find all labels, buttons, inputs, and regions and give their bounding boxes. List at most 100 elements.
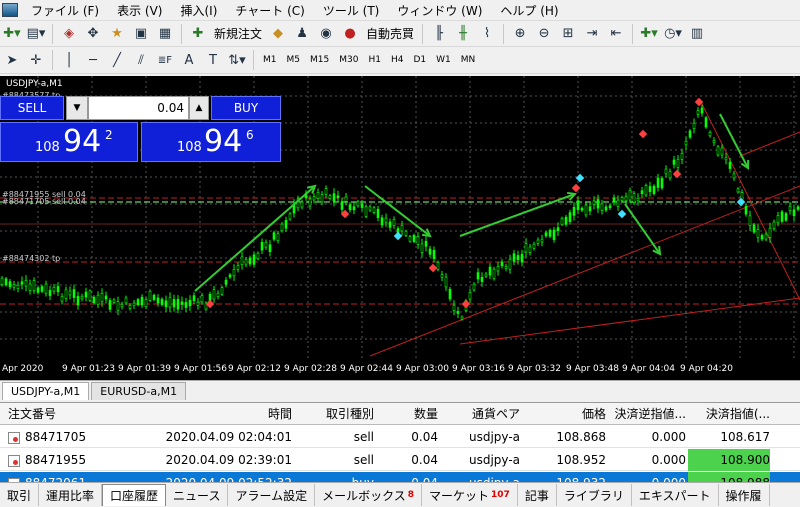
menu-insert[interactable]: 挿入(I) — [171, 2, 226, 19]
tab-news[interactable]: ニュース — [166, 484, 229, 506]
trendline-icon[interactable]: ╱ — [106, 49, 128, 71]
tile-windows-icon[interactable]: ⊞ — [557, 23, 579, 45]
cursor-icon[interactable]: ➤ — [1, 49, 23, 71]
candle-body — [352, 206, 356, 211]
candle-body — [788, 206, 792, 211]
table-row[interactable]: 88471705 2020.04.09 02:04:01 sell 0.04 u… — [0, 426, 800, 448]
tab-library[interactable]: ライブラリ — [557, 484, 632, 506]
table-row[interactable]: 88472061 2020.04.09 02:52:32 buy 0.04 us… — [0, 472, 800, 482]
fibonacci-icon[interactable]: ≣F — [154, 49, 176, 71]
metaeditor-icon[interactable]: ◆ — [267, 23, 289, 45]
menu-help[interactable]: ヘルプ (H) — [491, 2, 567, 19]
lot-increase-button[interactable]: ▲ — [189, 96, 209, 120]
tab-articles[interactable]: 記事 — [518, 484, 557, 506]
candle-body — [476, 272, 480, 280]
timeframe-w1[interactable]: W1 — [431, 50, 456, 70]
lot-decrease-button[interactable]: ▼ — [66, 96, 88, 120]
col-pair[interactable]: 通貨ペア — [442, 403, 520, 425]
auto-trading-icon[interactable]: ● — [339, 23, 361, 45]
timeframe-mn[interactable]: MN — [456, 50, 481, 70]
zoom-in-icon[interactable]: ⊕ — [509, 23, 531, 45]
channel-icon[interactable]: ⫽ — [130, 49, 152, 71]
crosshair-icon[interactable]: ✛ — [25, 49, 47, 71]
tab-exposure[interactable]: 運用比率 — [39, 484, 103, 506]
community-icon[interactable]: ◉ — [315, 23, 337, 45]
signals-icon[interactable]: ♟ — [291, 23, 313, 45]
col-price[interactable]: 価格 — [524, 403, 606, 425]
profiles-icon[interactable]: ▤▾ — [25, 23, 47, 45]
col-order-id[interactable]: 注文番号 — [8, 403, 138, 425]
tab-experts[interactable]: エキスパート — [632, 484, 719, 506]
tab-trade[interactable]: 取引 — [0, 484, 40, 506]
zoom-out-icon[interactable]: ⊖ — [533, 23, 555, 45]
timeframe-m5[interactable]: M5 — [282, 50, 306, 70]
tab-journal[interactable]: 操作履 — [719, 484, 770, 506]
timeframe-m30[interactable]: M30 — [334, 50, 363, 70]
timeframe-m1[interactable]: M1 — [258, 50, 282, 70]
timeframe-h1[interactable]: H1 — [363, 50, 386, 70]
candle-body — [60, 296, 64, 302]
tab-account-history[interactable]: 口座履歴 — [102, 484, 167, 506]
col-type[interactable]: 取引種別 — [296, 403, 374, 425]
chart-shift-icon[interactable]: ⇤ — [605, 23, 627, 45]
time-cell: 2020.04.09 02:04:01 — [165, 430, 292, 444]
candlestick-icon[interactable]: ╫ — [452, 23, 474, 45]
tab-market[interactable]: マーケット 107 — [422, 484, 518, 506]
candle-body — [328, 195, 332, 199]
data-window-icon[interactable]: ✥ — [82, 23, 104, 45]
sell-button[interactable]: SELL — [0, 96, 64, 120]
strategy-tester-icon[interactable]: ▦ — [154, 23, 176, 45]
sell-price-box[interactable]: 108 94 2 — [0, 122, 138, 162]
chart-tab-usdjpy[interactable]: USDJPY-a,M1 — [2, 382, 90, 400]
menu-tools[interactable]: ツール (T) — [314, 2, 389, 19]
menu-file[interactable]: ファイル (F) — [22, 2, 108, 19]
new-order-icon[interactable]: ✚ — [187, 23, 209, 45]
auto-scroll-icon[interactable]: ⇥ — [581, 23, 603, 45]
templates-icon[interactable]: ▥ — [686, 23, 708, 45]
terminal-icon[interactable]: ▣ — [130, 23, 152, 45]
table-row[interactable]: 88471955 2020.04.09 02:39:01 sell 0.04 u… — [0, 449, 800, 471]
new-chart-icon[interactable]: ✚▾ — [1, 23, 23, 45]
candle-body — [188, 299, 192, 307]
tab-mailbox[interactable]: メールボックス 8 — [315, 484, 423, 506]
buy-price-box[interactable]: 108 94 6 — [141, 122, 281, 162]
candle-body — [520, 253, 524, 263]
col-take-profit[interactable]: 決済指値(... — [688, 403, 770, 425]
market-watch-icon[interactable]: ◈ — [58, 23, 80, 45]
bar-chart-icon[interactable]: ╟ — [428, 23, 450, 45]
label-icon[interactable]: T — [202, 49, 224, 71]
text-icon[interactable]: A — [178, 49, 200, 71]
col-qty[interactable]: 数量 — [378, 403, 438, 425]
navigator-icon[interactable]: ★ — [106, 23, 128, 45]
buy-price-prefix: 108 — [177, 140, 202, 155]
candle-body — [696, 110, 700, 115]
horizontal-line-icon[interactable]: ─ — [82, 49, 104, 71]
candle-body — [624, 196, 628, 201]
new-order-button[interactable]: 新規注文 — [210, 25, 266, 42]
timeframe-d1[interactable]: D1 — [408, 50, 431, 70]
indicators-icon[interactable]: ✚▾ — [638, 23, 660, 45]
time-axis-label: 9 Apr 04:04 — [622, 364, 675, 374]
candle-body — [256, 252, 260, 259]
col-time[interactable]: 時間 — [138, 403, 292, 425]
timeframe-m15[interactable]: M15 — [305, 50, 334, 70]
candle-body — [408, 236, 412, 242]
line-chart-icon[interactable]: ⌇ — [476, 23, 498, 45]
order-label-low: #88474302 tp — [2, 254, 61, 263]
candle-body — [44, 283, 48, 294]
buy-button[interactable]: BUY — [211, 96, 281, 120]
candle-body — [16, 284, 20, 289]
chart-tab-eurusd[interactable]: EURUSD-a,M1 — [91, 382, 187, 400]
menu-window[interactable]: ウィンドウ (W) — [388, 2, 491, 19]
arrows-icon[interactable]: ⇅▾ — [226, 49, 248, 71]
col-stop-loss[interactable]: 決済逆指値... — [610, 403, 686, 425]
menu-chart[interactable]: チャート (C) — [226, 2, 313, 19]
lot-size-input[interactable]: 0.04 — [88, 96, 189, 120]
periods-icon[interactable]: ◷▾ — [662, 23, 684, 45]
vertical-line-icon[interactable]: │ — [58, 49, 80, 71]
menu-view[interactable]: 表示 (V) — [108, 2, 171, 19]
tab-alerts[interactable]: アラーム設定 — [228, 484, 316, 506]
tp-cell: 108.900 — [688, 449, 770, 471]
auto-trading-button[interactable]: 自動売買 — [362, 25, 418, 42]
timeframe-h4[interactable]: H4 — [386, 50, 409, 70]
